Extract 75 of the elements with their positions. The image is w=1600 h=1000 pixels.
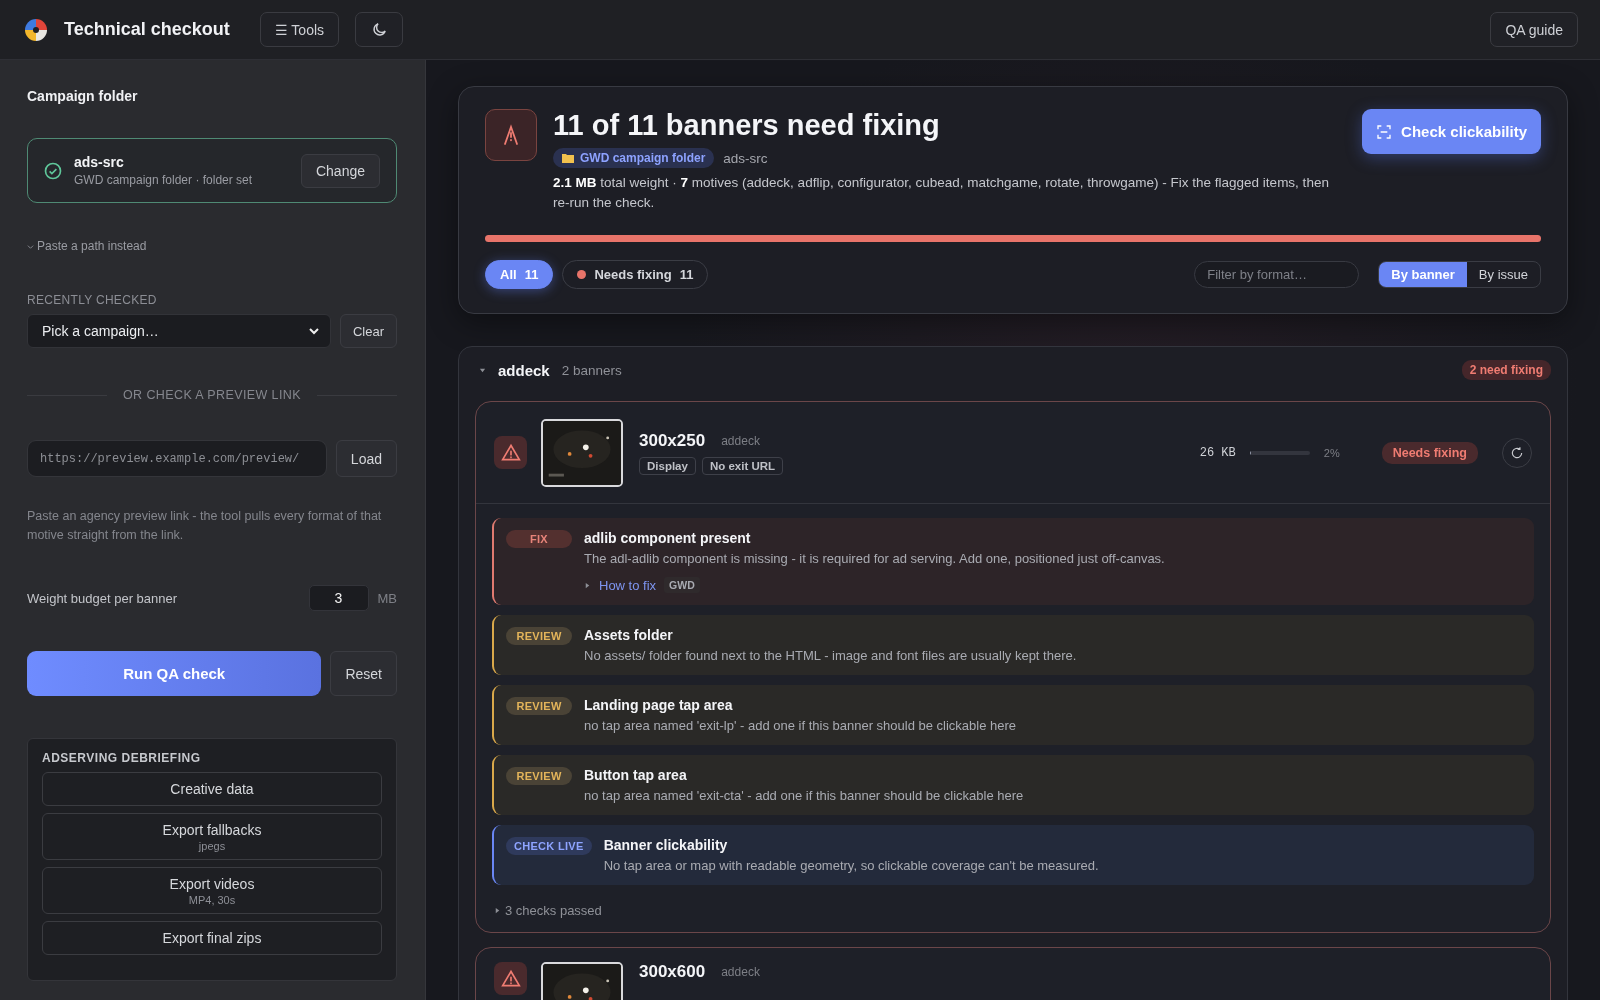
paste-path-link[interactable]: Paste a path instead: [37, 239, 147, 253]
issue-text: No assets/ folder found next to the HTML - image and font files are usually kept there.: [584, 648, 1077, 663]
weight-percent: 2%: [1323, 446, 1340, 459]
help-text: Paste an agency preview link - the tool pulls every format of that motive straight from the link.: [27, 508, 383, 544]
tag: GWD: [664, 577, 700, 593]
moon-icon: [370, 21, 388, 38]
issue-title: Assets folder: [584, 627, 674, 643]
summary-title: 11 of 11 banners need fixing: [553, 109, 941, 142]
weight-value: 26 KB: [1199, 445, 1236, 460]
unit-label: MB: [377, 590, 397, 606]
caret-icon: [494, 907, 501, 914]
issue-title: Landing page tap area: [584, 697, 734, 713]
severity-label: REVIEW: [506, 627, 572, 645]
issue-text: No tap area or map with readable geometry, so clickable coverage can't be measured.: [603, 858, 1099, 873]
tag: No exit URL: [701, 456, 784, 475]
issue-title: adlib component present: [584, 530, 752, 546]
panel-title: ADSERVING DEBRIEFING: [42, 751, 202, 765]
tools-button[interactable]: ☰ Tools: [259, 12, 340, 47]
chevron-icon: [27, 242, 34, 250]
reset-button[interactable]: Reset: [330, 651, 397, 696]
issue-text: The adl-adlib component is missing - it is required for ad serving. Add one, positioned just off-canvas.: [584, 551, 1165, 566]
motive-name: addeck: [498, 361, 550, 379]
folder-tag: GWD campaign folder: [553, 148, 715, 168]
app-title: Technical checkout: [64, 19, 230, 40]
severity-label: REVIEW: [506, 697, 572, 715]
export-button[interactable]: Export fallbacks jpegs: [42, 813, 382, 860]
status-badge: 2 need fixing: [1461, 360, 1551, 380]
how-to-fix-link[interactable]: How to fix: [599, 577, 657, 593]
chevron-icon: [307, 325, 320, 337]
scan-icon: [1376, 123, 1393, 140]
clear-button[interactable]: Clear: [339, 314, 397, 348]
banner-size: 300x600: [639, 962, 706, 982]
campaign-select[interactable]: Pick a campaign…: [27, 314, 331, 348]
severity-label: REVIEW: [506, 767, 572, 785]
summary-text: 2.1 MB total weight · 7 motives (addeck, adflip, configurator, cubead, matchgame, rotate, throwgame) - Fix the flagged items, then re-run the check.: [553, 174, 1330, 212]
view-tab[interactable]: By issue: [1466, 262, 1540, 287]
field-label: RECENTLY CHECKED: [27, 293, 158, 307]
issue-text: no tap area named 'exit-lp' - add one if this banner should be clickable here: [584, 718, 1017, 733]
issue-title: Button tap area: [584, 767, 688, 783]
refresh-icon: [1510, 445, 1524, 460]
folder-icon: [562, 153, 574, 163]
weight-meter: [1249, 450, 1310, 455]
warning-icon: [500, 442, 521, 463]
export-button[interactable]: Export videos MP4, 30s: [42, 867, 382, 914]
filter-pill[interactable]: Needs fixing 11: [562, 260, 709, 289]
motive-label: addeck: [721, 965, 760, 979]
change-button[interactable]: Change: [300, 153, 380, 188]
url-field[interactable]: https://preview.example.com/preview/: [27, 440, 327, 477]
issue-text: no tap area named 'exit-cta' - add one if this banner should be clickable here: [584, 788, 1024, 803]
warning-icon: [500, 968, 521, 989]
load-button[interactable]: Load: [335, 440, 397, 477]
theme-toggle-button[interactable]: [355, 12, 404, 47]
status-badge: Needs fixing: [1381, 441, 1478, 464]
banner-count: 2 banners: [561, 362, 622, 378]
banner-size: 300x250: [639, 430, 706, 451]
run-qa-button[interactable]: Run QA check: [27, 651, 322, 696]
issue-title: Banner clickability: [603, 837, 729, 853]
export-button[interactable]: Creative data: [42, 772, 382, 806]
divider-label: OR CHECK A PREVIEW LINK: [123, 388, 301, 402]
tag: Display: [639, 456, 696, 475]
folder-detail: GWD campaign folder · folder set: [74, 173, 254, 187]
source-name: ads-src: [723, 150, 768, 166]
severity-label: FIX: [506, 530, 572, 548]
logo-icon: [24, 17, 48, 42]
field-label: Weight budget per banner: [27, 590, 179, 606]
qa-guide-button[interactable]: QA guide: [1490, 12, 1578, 47]
filter-field[interactable]: Filter by format…: [1194, 261, 1360, 288]
caret-icon: [584, 581, 591, 589]
folder-name: ads-src: [74, 154, 125, 170]
budget-field[interactable]: 3: [308, 585, 369, 611]
motive-label: addeck: [721, 433, 760, 448]
section-title: Campaign folder: [27, 88, 139, 104]
export-button[interactable]: Export final zips: [42, 921, 382, 955]
severity-label: CHECK LIVE: [506, 837, 592, 855]
passed-checks-toggle[interactable]: 3 checks passed: [494, 895, 602, 932]
